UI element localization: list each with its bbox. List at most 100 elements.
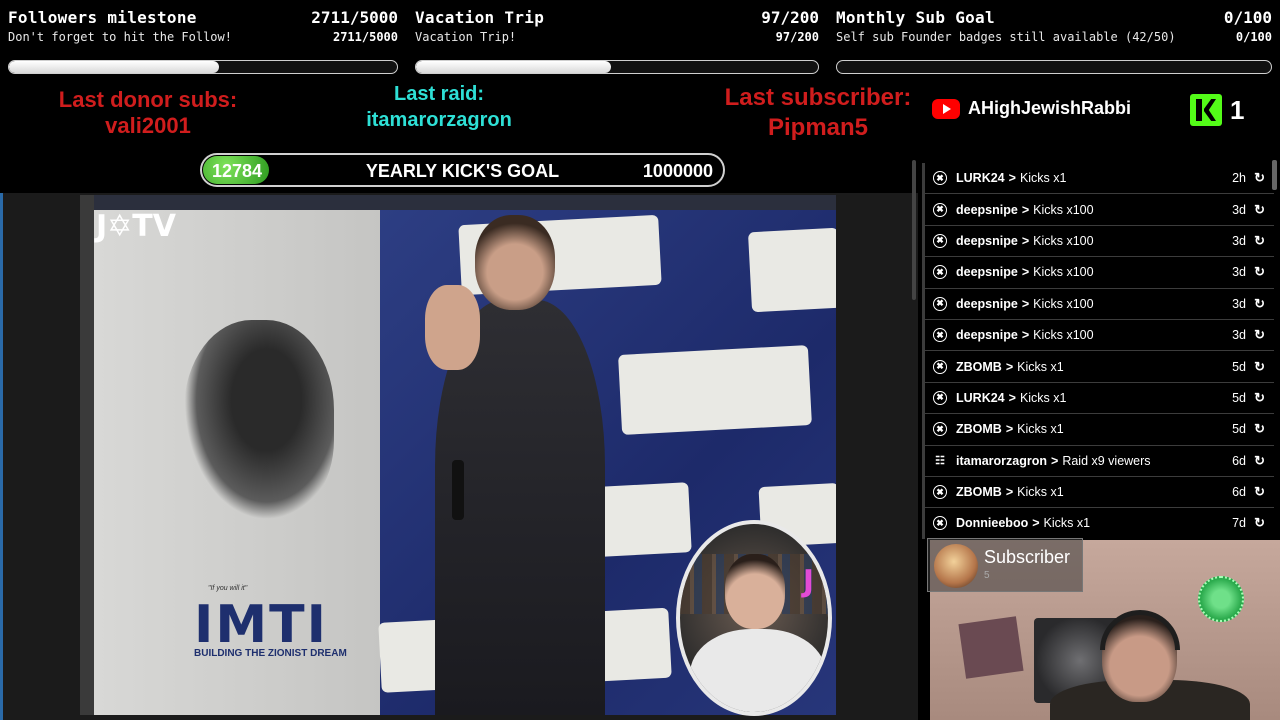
feed-action: Kicks x100: [1033, 202, 1094, 217]
goal-progress-fill: [416, 61, 611, 73]
feed-time: 5d: [1232, 422, 1246, 437]
goal-subcount: 97/200: [775, 30, 819, 44]
raid-icon: ☷: [935, 455, 945, 468]
feed-row[interactable]: ✖ Donnieeboo > Kicks x1 7d ↻: [922, 508, 1274, 539]
feed-user: Donnieeboo: [956, 516, 1029, 531]
feed-row[interactable]: ✖ deepsnipe > Kicks x100 3d ↻: [922, 225, 1274, 258]
feed-row[interactable]: ✖ deepsnipe > Kicks x100 3d ↻: [922, 257, 1274, 289]
feed-row[interactable]: ✖ ZBOMB > Kicks x1 5d ↻: [922, 351, 1274, 383]
feed-separator: >: [1021, 328, 1030, 343]
kick-circle-icon: ✖: [933, 390, 947, 405]
feed-row[interactable]: ✖ ZBOMB > Kicks x1 6d ↻: [922, 476, 1274, 509]
feed-action: Kicks x100: [1033, 233, 1094, 248]
replay-icon[interactable]: ↻: [1254, 296, 1265, 312]
yearly-kick-goal: 12784 YEARLY KICK'S GOAL 1000000: [200, 153, 725, 187]
followers-goal: Followers milestone 2711/5000 Don't forg…: [8, 0, 398, 82]
last-raid: Last raid: itamarorzagron: [339, 81, 539, 133]
youtube-icon: [932, 98, 960, 119]
feed-time: 3d: [1232, 296, 1246, 311]
goal-title: Followers milestone: [8, 8, 197, 27]
kick-circle-icon: ✖: [933, 422, 947, 437]
last-donor-value: vali2001: [105, 113, 191, 138]
feed-user: deepsnipe: [956, 328, 1018, 343]
speaker-head: [475, 215, 555, 310]
replay-icon[interactable]: ↻: [1254, 453, 1265, 469]
subscriber-alert-count: 5: [984, 570, 990, 581]
goal-count: 2711/5000: [311, 8, 398, 27]
goal-count: 97/200: [761, 8, 819, 27]
last-donor: Last donor subs: vali2001: [40, 87, 256, 139]
wall-poster: [958, 616, 1024, 679]
yearly-goal-target: 1000000: [642, 161, 713, 181]
streamer-facecam: J: [676, 520, 832, 716]
feed-separator: >: [1005, 359, 1014, 374]
video-left-bar: [80, 195, 94, 715]
feed-row[interactable]: ✖ deepsnipe > Kicks x100 3d ↻: [922, 288, 1274, 320]
kick-circle-icon: ✖: [933, 485, 947, 500]
replay-icon[interactable]: ↻: [1254, 515, 1265, 531]
banner-patch: [618, 345, 812, 435]
replay-icon[interactable]: ↻: [1254, 233, 1265, 249]
streamer-shirt: [690, 629, 826, 712]
video-edge: [0, 193, 3, 720]
goal-subtitle: Don't forget to hit the Follow!: [8, 30, 232, 44]
feed-separator: >: [1021, 202, 1030, 217]
feed-row[interactable]: ✖ ZBOMB > Kicks x1 5d ↻: [922, 414, 1274, 446]
goal-title: Monthly Sub Goal: [836, 8, 995, 27]
feed-user: ZBOMB: [956, 422, 1002, 437]
kick-circle-icon: ✖: [933, 296, 947, 311]
feed-action: Kicks x1: [1017, 359, 1064, 374]
kick-circle-icon: ✖: [933, 328, 947, 343]
kick-counter: 1: [1190, 94, 1244, 126]
feed-row[interactable]: ✖ deepsnipe > Kicks x100 3d ↻: [922, 319, 1274, 352]
herzl-portrait: [184, 320, 334, 520]
kick-circle-icon: ✖: [933, 233, 947, 248]
kick-circle-icon: ✖: [933, 171, 947, 186]
banner-logo: IMTI: [194, 595, 328, 655]
goal-progress-track: [415, 60, 819, 74]
feed-user: ZBOMB: [956, 359, 1002, 374]
last-subscriber-value: Pipman5: [767, 114, 869, 141]
jtv-watermark: J✡TV: [96, 209, 176, 244]
feed-row[interactable]: ✖ deepsnipe > Kicks x100 3d ↻: [922, 194, 1274, 226]
feed-row[interactable]: ✖ LURK24 > Kicks x1 5d ↻: [922, 382, 1274, 415]
feed-separator: >: [1005, 422, 1014, 437]
feed-time: 3d: [1232, 328, 1246, 343]
feed-row[interactable]: ☷ itamarorzagron > Raid x9 viewers 6d ↻: [922, 445, 1274, 477]
goal-title: Vacation Trip: [415, 8, 545, 27]
feed-action: Kicks x1: [1017, 422, 1064, 437]
feed-separator: >: [1051, 453, 1059, 468]
banner-patch: [747, 227, 836, 313]
kick-circle-icon: ✖: [933, 516, 947, 531]
feed-time: 5d: [1232, 359, 1246, 374]
microphone: [452, 460, 464, 520]
goal-progress-track: [8, 60, 398, 74]
neon-j-sign: J: [802, 564, 814, 599]
feed-time: 3d: [1232, 265, 1246, 280]
goal-progress-fill: [9, 61, 220, 73]
last-donor-label: Last donor subs:: [58, 87, 238, 112]
feed-scrollbar[interactable]: [1272, 160, 1277, 190]
replay-icon[interactable]: ↻: [1254, 359, 1265, 375]
feed-user: ZBOMB: [956, 485, 1002, 500]
goal-progress-track: [836, 60, 1272, 74]
feed-user: deepsnipe: [956, 233, 1018, 248]
feed-separator: >: [1008, 171, 1016, 186]
replay-icon[interactable]: ↻: [1254, 264, 1265, 280]
replay-icon[interactable]: ↻: [1254, 327, 1265, 343]
replay-icon[interactable]: ↻: [1254, 390, 1265, 406]
replay-icon[interactable]: ↻: [1254, 170, 1265, 186]
replay-icon[interactable]: ↻: [1254, 421, 1265, 437]
feed-row[interactable]: ✖ LURK24 > Kicks x1 2h ↻: [922, 163, 1274, 195]
replay-icon[interactable]: ↻: [1254, 202, 1265, 218]
replay-icon[interactable]: ↻: [1254, 484, 1265, 500]
feed-time: 2h: [1232, 171, 1246, 186]
feed-action: Kicks x1: [1043, 516, 1091, 531]
streamer-head: [725, 554, 785, 629]
youtube-channel: AHighJewishRabbi: [932, 98, 1131, 119]
subscriber-alert: Subscriber 5: [927, 538, 1083, 592]
feed-separator: >: [1008, 390, 1016, 405]
activity-feed[interactable]: ✖ LURK24 > Kicks x1 2h ↻ ✖ deepsnipe > Kicks x100…: [922, 163, 1274, 539]
feed-separator: >: [1021, 233, 1030, 248]
feed-user: itamarorzagron: [956, 453, 1047, 468]
